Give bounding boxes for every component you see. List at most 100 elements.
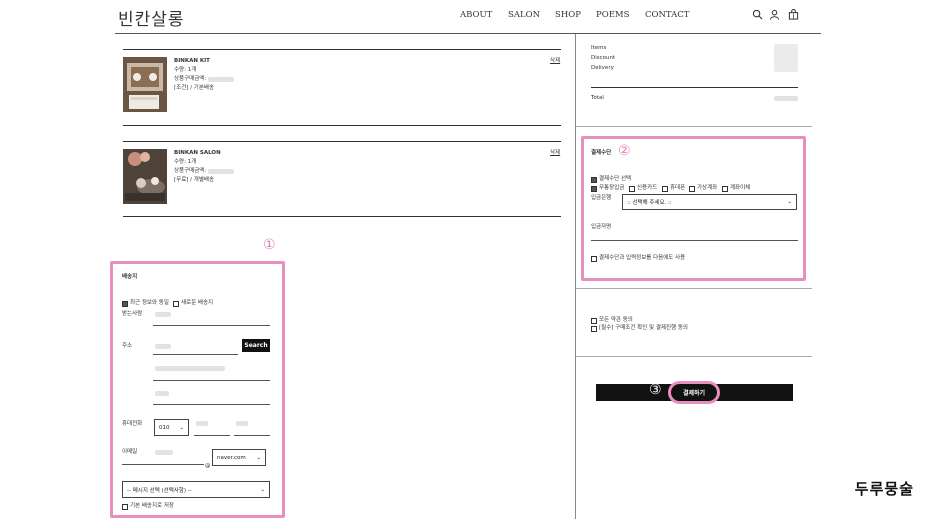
nav-poems[interactable]: POEMS: [596, 10, 629, 20]
total-label: Total: [591, 95, 604, 101]
agree-required-label: [필수] 구매조건 확인 및 결제진행 동의: [599, 325, 688, 331]
step-marker-1: ①: [263, 237, 276, 253]
payment-transfer-label: 계좌이체: [730, 185, 751, 191]
section-divider: [576, 288, 812, 289]
recipient-input[interactable]: [153, 325, 270, 326]
email-id-redacted: [155, 450, 173, 455]
payment-select-label: 결제수단 선택: [599, 176, 632, 182]
shipping-title: 배송지: [122, 274, 138, 280]
phone-mid-input[interactable]: [194, 435, 230, 436]
chevron-down-icon: ⌄: [787, 199, 792, 205]
chevron-down-icon: ⌄: [260, 486, 265, 493]
payment-virtual-radio[interactable]: [689, 186, 695, 192]
cart-icon[interactable]: [788, 9, 799, 20]
delete-link[interactable]: 삭제: [550, 149, 560, 157]
email-domain-value: naver.com: [217, 454, 246, 461]
address-detail-redacted: [155, 391, 169, 396]
site-logo[interactable]: 빈칸살롱: [118, 5, 185, 30]
search-icon[interactable]: [752, 9, 763, 20]
depositor-label: 입금자명: [591, 224, 612, 230]
cart-top-line: [123, 49, 561, 50]
item-shipping: [무료] / 개별배송: [174, 177, 215, 183]
reuse-payment-checkbox[interactable]: [591, 256, 597, 262]
email-id-input[interactable]: [122, 464, 204, 465]
column-divider: [575, 34, 576, 519]
total-redacted: [774, 96, 798, 101]
nav-salon[interactable]: SALON: [508, 10, 540, 20]
item-name[interactable]: BINKAN KIT: [174, 57, 210, 65]
email-at: @: [205, 463, 211, 469]
phone-last-redacted: [236, 421, 248, 426]
agree-all-label: 모든 약관 동의: [599, 317, 633, 323]
agree-all-checkbox[interactable]: [591, 318, 597, 324]
nav-shop[interactable]: SHOP: [555, 10, 581, 20]
reuse-payment-label: 결제수단과 입력정보를 다음에도 사용: [599, 255, 686, 261]
bank-select-value: :: 선택해 주세요. ::: [627, 200, 672, 206]
depositor-input[interactable]: [591, 240, 798, 241]
items-label: Items: [591, 45, 607, 51]
postcode-input[interactable]: [153, 354, 238, 355]
address-search-button[interactable]: Search: [242, 339, 270, 352]
product-thumb-kit[interactable]: [123, 57, 167, 112]
nav-about[interactable]: ABOUT: [460, 10, 492, 20]
header-divider: [115, 33, 821, 34]
section-divider: [576, 126, 812, 127]
cart-divider: [123, 125, 561, 126]
product-thumb-salon[interactable]: [123, 149, 167, 204]
recent-address-label: 최근 정보와 동일: [130, 300, 169, 306]
new-address-label: 새로운 배송지: [181, 300, 214, 306]
email-domain-select[interactable]: naver.com ⌄: [212, 449, 266, 466]
payment-card-label: 신용카드: [637, 185, 658, 191]
nav-contact[interactable]: CONTACT: [645, 10, 689, 20]
address-label: 주소: [122, 343, 133, 349]
payment-virtual-label: 가상계좌: [697, 185, 718, 191]
delivery-message-value: -- 메시지 선택 (선택사항) --: [127, 487, 192, 494]
item-shipping: [조건] / 기본배송: [174, 85, 215, 91]
payment-transfer-radio[interactable]: [722, 186, 728, 192]
payment-select-marker: [591, 177, 597, 183]
cart-bottom-line: [123, 216, 561, 217]
recipient-redacted: [155, 312, 171, 317]
section-divider: [576, 356, 812, 357]
payment-title: 결제수단: [591, 150, 612, 156]
item-name[interactable]: BINKAN SALON: [174, 149, 221, 157]
item-price-label: 상품구매금액:: [174, 168, 207, 174]
recent-address-radio[interactable]: [122, 301, 128, 307]
bank-select[interactable]: :: 선택해 주세요. :: ⌄: [622, 194, 797, 210]
item-price-redacted: [208, 77, 234, 82]
step-marker-3: ③: [649, 382, 662, 398]
payment-bank-label: 무통장입금: [599, 185, 625, 191]
new-address-radio[interactable]: [173, 301, 179, 307]
save-default-label: 기본 배송지로 저장: [130, 503, 174, 509]
delivery-message-select[interactable]: -- 메시지 선택 (선택사항) -- ⌄: [122, 481, 270, 498]
phone-last-input[interactable]: [234, 435, 270, 436]
address-redacted: [155, 366, 225, 371]
email-label: 이메일: [122, 449, 138, 455]
address-detail-input[interactable]: [153, 404, 270, 405]
discount-label: Discount: [591, 55, 616, 61]
bank-label: 입금은행: [591, 195, 612, 201]
author-signature: 두루뭉술: [854, 480, 914, 498]
payment-phone-radio[interactable]: [662, 186, 668, 192]
agree-required-checkbox[interactable]: [591, 326, 597, 332]
item-price-redacted: [208, 169, 234, 174]
checkout-button[interactable]: 결제하기: [668, 381, 720, 404]
item-qty: 수량: 1개: [174, 159, 197, 165]
postcode-redacted: [155, 344, 171, 349]
delete-link[interactable]: 삭제: [550, 57, 560, 65]
item-qty: 수량: 1개: [174, 67, 197, 73]
address-input[interactable]: [153, 380, 270, 381]
user-icon[interactable]: [769, 9, 780, 20]
step-marker-2: ②: [618, 143, 631, 159]
phone-mid-redacted: [196, 421, 208, 426]
phone-prefix-value: 010: [159, 424, 170, 431]
payment-phone-label: 휴대폰: [670, 185, 686, 191]
payment-bank-radio[interactable]: [591, 186, 597, 192]
cart-divider: [123, 141, 561, 142]
phone-label: 휴대전화: [122, 421, 143, 427]
chevron-down-icon: ⌄: [179, 424, 184, 431]
save-default-checkbox[interactable]: [122, 504, 128, 510]
payment-card-radio[interactable]: [629, 186, 635, 192]
summary-divider: [591, 87, 798, 88]
phone-prefix-select[interactable]: 010 ⌄: [154, 419, 189, 436]
